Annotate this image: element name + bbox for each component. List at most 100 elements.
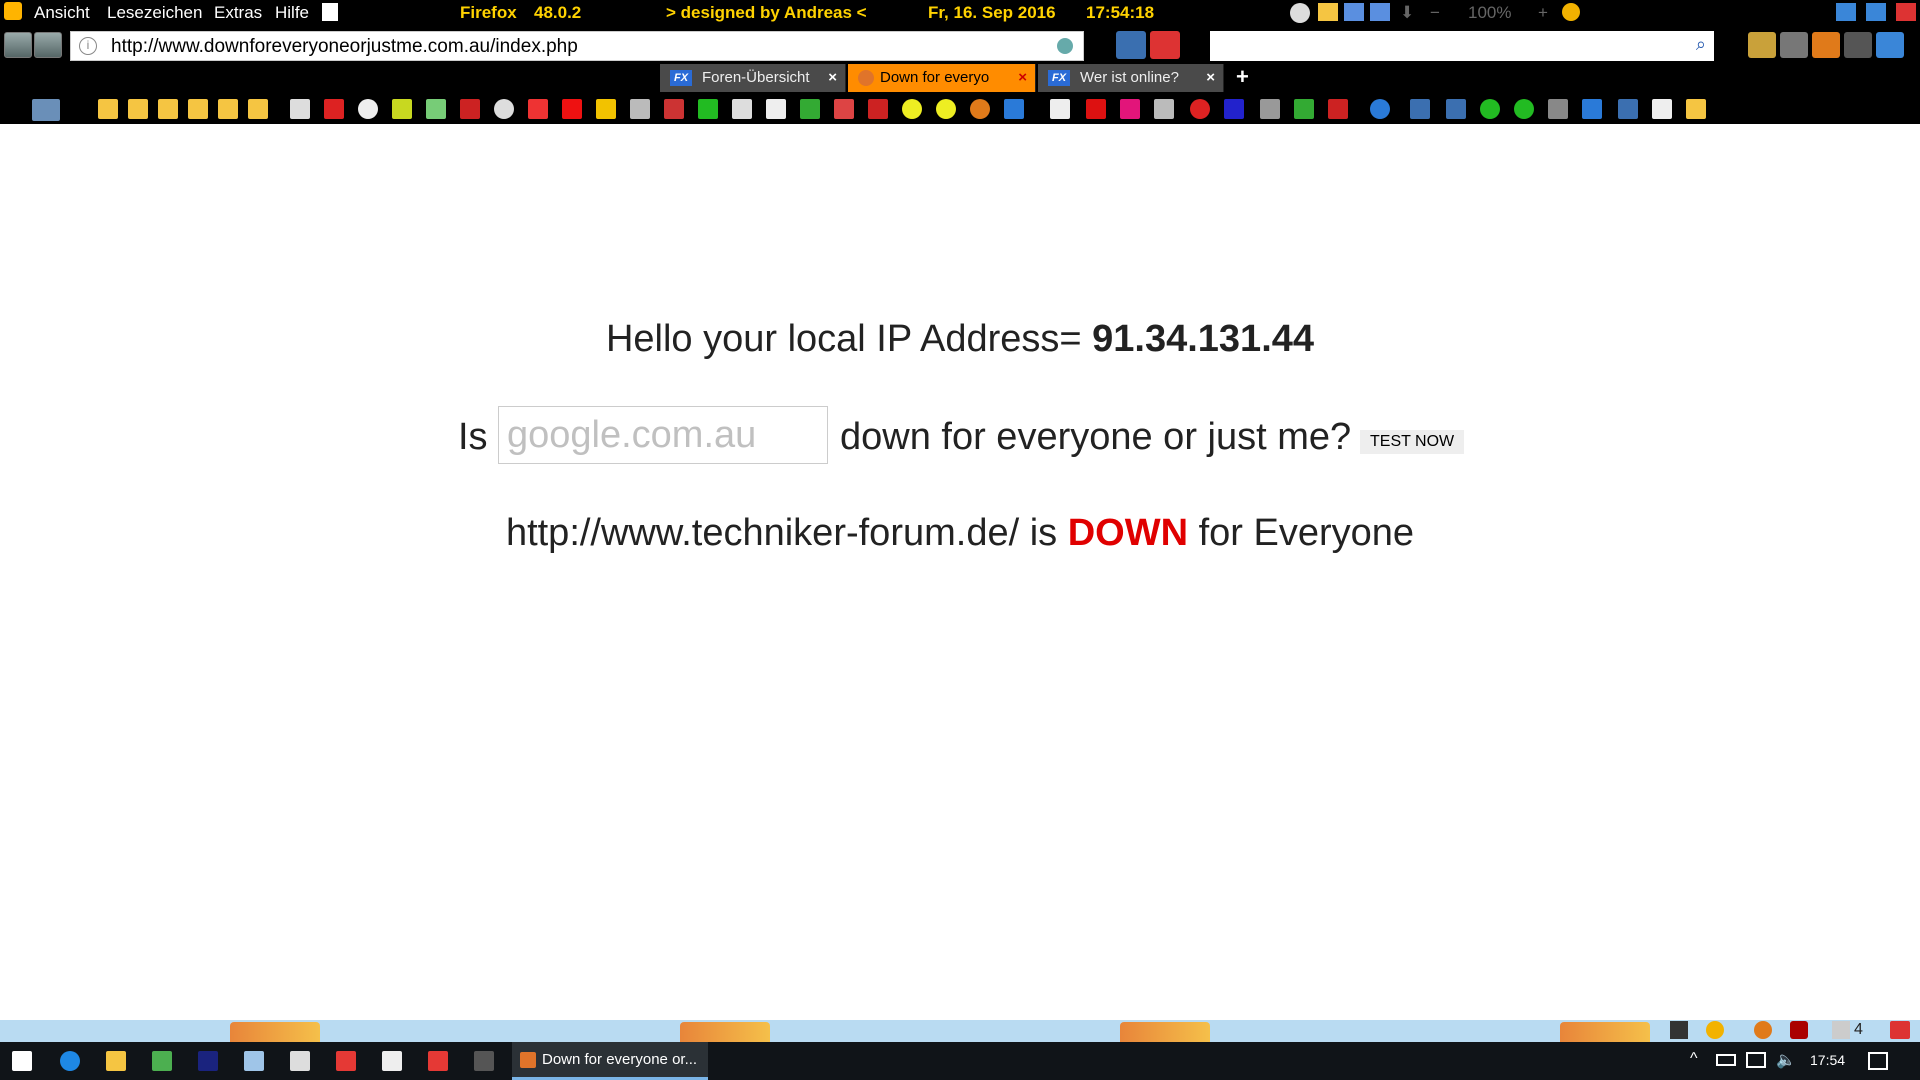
menu-lesezeichen[interactable]: Lesezeichen — [107, 3, 202, 23]
search-input[interactable]: ⌕ — [1210, 31, 1714, 61]
bookmark-site-icon[interactable] — [1004, 99, 1024, 119]
greasemonkey-icon[interactable] — [1706, 1021, 1724, 1039]
domain-input[interactable] — [498, 406, 828, 464]
menu-hilfe[interactable]: Hilfe — [275, 3, 309, 23]
search-icon[interactable]: ⌕ — [1696, 34, 1706, 55]
bookmark-smiley-icon[interactable] — [936, 99, 956, 119]
bookmark-chrome-icon[interactable] — [800, 99, 820, 119]
bookmark-gm-icon[interactable] — [392, 99, 412, 119]
site-info-icon[interactable]: i — [79, 37, 97, 55]
volume-icon[interactable]: 🔈 — [1776, 1050, 1796, 1070]
bookmark-sparkasse-icon[interactable] — [562, 99, 582, 119]
bookmark-site-icon[interactable] — [1190, 99, 1210, 119]
folder-blue-icon[interactable] — [1370, 3, 1390, 21]
bookmark-site-icon[interactable] — [1328, 99, 1348, 119]
bookmark-folder-icon[interactable] — [1686, 99, 1706, 119]
bookmark-site-icon[interactable] — [664, 99, 684, 119]
printer-icon[interactable] — [474, 1051, 494, 1071]
download-arrow-icon[interactable]: ⬇ — [1400, 3, 1414, 23]
tab-foren-uebersicht[interactable]: FX Foren-Übersicht × — [660, 64, 846, 92]
url-text[interactable]: http://www.downforeveryoneorjustme.com.a… — [111, 36, 578, 58]
bookmark-site-icon[interactable] — [596, 99, 616, 119]
bookmark-download-icon[interactable] — [698, 99, 718, 119]
bookmark-site-icon[interactable] — [1260, 99, 1280, 119]
download-app-icon[interactable] — [336, 1051, 356, 1071]
bookmark-folder-icon[interactable] — [128, 99, 148, 119]
app-icon[interactable] — [382, 1051, 402, 1071]
tab-down-for-everyone[interactable]: Down for everyo × — [848, 64, 1036, 92]
action-center-icon[interactable] — [1868, 1052, 1888, 1070]
firefox-menu-icon[interactable] — [4, 2, 22, 20]
window-icon[interactable] — [1344, 3, 1364, 21]
bookmark-bz-icon[interactable] — [290, 99, 310, 119]
taskbar-clock[interactable]: 17:54 — [1810, 1052, 1845, 1068]
bookmark-smiley-icon[interactable] — [902, 99, 922, 119]
bookmark-site-icon[interactable] — [460, 99, 480, 119]
addon-p-icon[interactable] — [1890, 1021, 1910, 1039]
minimize-window-icon[interactable] — [1866, 3, 1886, 21]
address-bar[interactable]: i http://www.downforeveryoneorjustme.com… — [70, 31, 1084, 61]
d-app-icon[interactable] — [428, 1051, 448, 1071]
bookmark-c-icon[interactable] — [494, 99, 514, 119]
addon-s-icon[interactable] — [1670, 1021, 1688, 1039]
bookmark-site-icon[interactable] — [1548, 99, 1568, 119]
folder-open-icon[interactable] — [1318, 3, 1338, 21]
chevron-up-icon[interactable]: ^ — [1690, 1050, 1698, 1068]
restore-window-icon[interactable] — [1836, 3, 1856, 21]
close-window-icon[interactable] — [1896, 3, 1916, 21]
menu-ansicht[interactable]: Ansicht — [34, 3, 90, 23]
save-bookmark-icon[interactable] — [32, 99, 60, 121]
zoom-in-icon[interactable]: + — [1538, 3, 1548, 23]
tab-close-icon[interactable]: × — [828, 64, 837, 92]
battery-icon[interactable] — [1716, 1054, 1736, 1066]
bookmark-folder-icon[interactable] — [218, 99, 238, 119]
bookmark-site-icon[interactable] — [834, 99, 854, 119]
bookmark-windows-icon[interactable] — [1582, 99, 1602, 119]
bookmark-info-icon[interactable] — [1224, 99, 1244, 119]
bookmark-download-icon[interactable] — [426, 99, 446, 119]
bookmark-folder-icon[interactable] — [248, 99, 268, 119]
bookmark-sf-icon[interactable] — [1446, 99, 1466, 119]
bookmark-firefox-icon[interactable] — [970, 99, 990, 119]
bookmark-folder-icon[interactable] — [188, 99, 208, 119]
menu-extras[interactable]: Extras — [214, 3, 262, 23]
bookmark-site-icon[interactable] — [1294, 99, 1314, 119]
mail-icon[interactable] — [1832, 1021, 1850, 1039]
edge-icon[interactable] — [60, 1051, 80, 1071]
bookmark-folder-icon[interactable] — [158, 99, 178, 119]
settings-gear-icon[interactable] — [1290, 3, 1310, 23]
fox-icon[interactable] — [1754, 1021, 1772, 1039]
taskbar-firefox-window[interactable]: Down for everyone or... — [512, 1042, 708, 1080]
bookmark-site-icon[interactable] — [358, 99, 378, 119]
bookmark-star-icon[interactable] — [1748, 32, 1776, 58]
bookmark-site-icon[interactable] — [1086, 99, 1106, 119]
test-now-button[interactable]: TEST NOW — [1360, 430, 1465, 454]
bookmark-site-icon[interactable] — [1652, 99, 1672, 119]
addon-puzzle-icon[interactable] — [1057, 38, 1073, 54]
bookmark-site-icon[interactable] — [766, 99, 786, 119]
new-tab-icon[interactable]: + — [1236, 64, 1249, 90]
back-arrow-icon[interactable] — [4, 32, 32, 58]
file-explorer-icon[interactable] — [106, 1051, 126, 1071]
reload-icon[interactable] — [1876, 32, 1904, 58]
menu-hamburger-icon[interactable] — [1844, 32, 1872, 58]
home-icon[interactable] — [1780, 32, 1808, 58]
bookmark-phone-icon[interactable] — [868, 99, 888, 119]
greasemonkey-icon[interactable] — [1562, 3, 1580, 21]
bookmark-site-icon[interactable] — [1154, 99, 1174, 119]
bookmark-telekom-icon[interactable] — [1120, 99, 1140, 119]
bookmark-s-icon[interactable] — [732, 99, 752, 119]
tab-wer-ist-online[interactable]: FX Wer ist online? × — [1038, 64, 1224, 92]
tab-close-icon[interactable]: × — [1018, 64, 1027, 92]
bookmark-ebay-icon[interactable] — [528, 99, 548, 119]
pen-icon[interactable] — [244, 1051, 264, 1071]
bookmark-site-icon[interactable] — [1618, 99, 1638, 119]
app-icon[interactable] — [290, 1051, 310, 1071]
windows-start-icon[interactable] — [12, 1051, 32, 1071]
bookmark-gh-icon[interactable] — [630, 99, 650, 119]
addon-orange-icon[interactable] — [1812, 32, 1840, 58]
notepad-icon[interactable] — [152, 1051, 172, 1071]
sync-icon[interactable] — [1116, 31, 1146, 59]
bookmark-site-icon[interactable] — [1370, 99, 1390, 119]
f-app-icon[interactable] — [198, 1051, 218, 1071]
